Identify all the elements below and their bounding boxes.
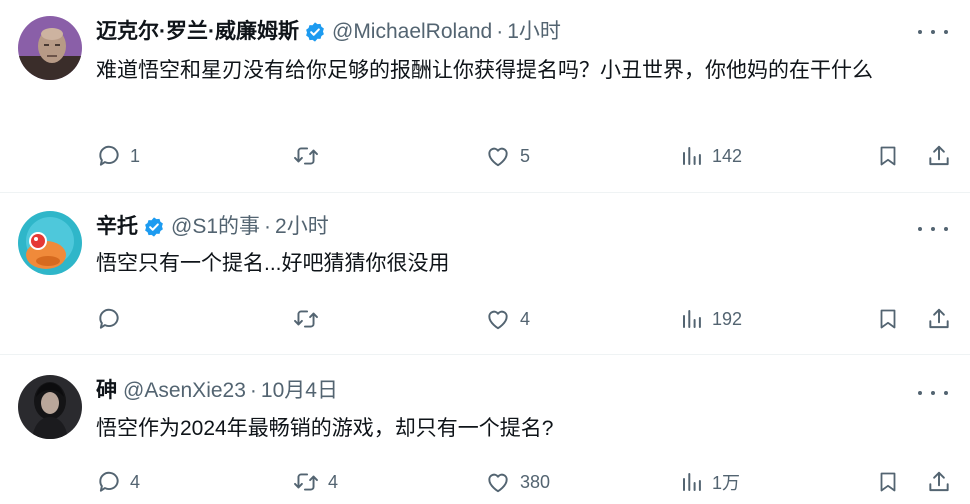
verified-badge-icon <box>143 216 165 238</box>
reply-button[interactable]: 4 <box>96 467 140 497</box>
tweet-header: 迈克尔·罗兰·威廉姆斯 @MichaelRoland · 1小时 <box>96 19 561 45</box>
cartoon-avatar-icon <box>18 211 82 275</box>
like-count: 380 <box>520 471 551 492</box>
share-button[interactable] <box>926 141 952 171</box>
retweet-button[interactable] <box>292 304 328 334</box>
display-name[interactable]: 辛托 <box>96 214 138 240</box>
like-button[interactable]: 4 <box>484 304 530 334</box>
action-bar: 1 5 142 <box>96 141 954 171</box>
action-bar: 4 192 <box>96 304 954 334</box>
more-options-icon[interactable] <box>918 383 948 403</box>
heart-icon <box>488 473 508 493</box>
heart-icon <box>488 147 508 167</box>
reply-count: 1 <box>130 145 141 166</box>
share-button[interactable] <box>926 467 952 497</box>
reply-icon <box>99 145 119 166</box>
timestamp[interactable]: 2小时 <box>275 214 329 240</box>
tweet-1[interactable]: 迈克尔·罗兰·威廉姆斯 @MichaelRoland · 1小时 难道悟空和星刃… <box>0 0 970 192</box>
views-button[interactable]: 192 <box>680 304 742 334</box>
separator-dot: · <box>264 215 272 238</box>
tweet-2[interactable]: 辛托 @S1的事 · 2小时 悟空只有一个提名...好吧猜猜你很没用 4 192 <box>0 193 970 354</box>
timestamp[interactable]: 10月4日 <box>261 378 338 404</box>
display-name[interactable]: 砷 <box>96 378 117 404</box>
tweet-header: 辛托 @S1的事 · 2小时 <box>96 214 329 240</box>
tweet-header: 砷 @AsenXie23 · 10月4日 <box>96 378 338 404</box>
verified-badge-icon <box>304 21 326 43</box>
user-handle[interactable]: @AsenXie23 <box>123 378 246 404</box>
share-icon <box>929 471 949 492</box>
retweet-icon <box>294 147 318 165</box>
tweet-3[interactable]: 砷 @AsenXie23 · 10月4日 悟空作为2024年最畅销的游戏，却只有… <box>0 355 970 504</box>
share-button[interactable] <box>926 304 952 334</box>
bookmark-button[interactable] <box>876 141 900 171</box>
user-handle[interactable]: @MichaelRoland <box>332 19 492 45</box>
views-button[interactable]: 1万 <box>680 467 740 497</box>
more-options-icon[interactable] <box>918 219 948 239</box>
like-count: 4 <box>520 308 531 329</box>
dark-portrait-avatar-icon <box>18 375 82 439</box>
tweet-text: 悟空只有一个提名...好吧猜猜你很没用 <box>96 252 450 275</box>
avatar[interactable] <box>18 16 82 80</box>
bookmark-button[interactable] <box>876 304 900 334</box>
retweet-button[interactable] <box>292 141 328 171</box>
bookmark-icon <box>880 472 896 492</box>
bald-man-avatar-icon <box>18 16 82 80</box>
reply-icon <box>99 471 119 492</box>
like-count: 5 <box>520 145 531 166</box>
views-chart-icon <box>683 310 701 328</box>
bookmark-button[interactable] <box>876 467 900 497</box>
reply-count: 4 <box>130 471 141 492</box>
timestamp[interactable]: 1小时 <box>507 19 561 45</box>
share-icon <box>929 308 949 329</box>
heart-icon <box>488 310 508 330</box>
views-chart-icon <box>683 473 701 491</box>
user-handle[interactable]: @S1的事 <box>171 214 260 240</box>
separator-dot: · <box>249 379 257 402</box>
avatar[interactable] <box>18 211 82 275</box>
retweet-count: 4 <box>328 471 339 492</box>
view-count: 192 <box>712 308 743 329</box>
views-button[interactable]: 142 <box>680 141 742 171</box>
reply-button[interactable]: 1 <box>96 141 140 171</box>
reply-icon <box>99 308 119 329</box>
bookmark-icon <box>880 309 896 329</box>
tweet-text: 悟空作为2024年最畅销的游戏，却只有一个提名? <box>96 417 554 440</box>
bookmark-icon <box>880 146 896 166</box>
separator-dot: · <box>496 20 504 43</box>
action-bar: 4 4 380 1万 <box>96 467 954 497</box>
retweet-icon <box>294 473 318 491</box>
view-count: 142 <box>712 145 743 166</box>
like-button[interactable]: 380 <box>484 467 550 497</box>
view-count: 1万 <box>712 473 741 493</box>
tweet-feed: 迈克尔·罗兰·威廉姆斯 @MichaelRoland · 1小时 难道悟空和星刃… <box>0 0 970 504</box>
share-icon <box>929 145 949 166</box>
display-name[interactable]: 迈克尔·罗兰·威廉姆斯 <box>96 19 299 45</box>
retweet-button[interactable]: 4 <box>292 467 338 497</box>
like-button[interactable]: 5 <box>484 141 530 171</box>
views-chart-icon <box>683 147 701 165</box>
more-options-icon[interactable] <box>918 22 948 42</box>
tweet-text: 难道悟空和星刃没有给你足够的报酬让你获得提名吗？小丑世界，你他妈的在干什么 <box>96 59 873 82</box>
retweet-icon <box>294 310 318 328</box>
reply-button[interactable] <box>96 304 130 334</box>
avatar[interactable] <box>18 375 82 439</box>
